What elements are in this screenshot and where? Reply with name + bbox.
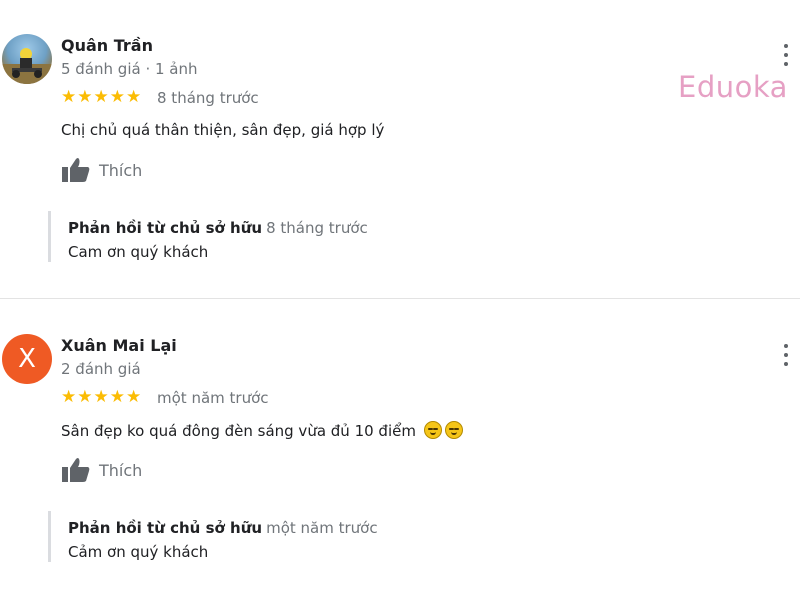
reviewer-meta: 2 đánh giá (61, 360, 141, 378)
star-icon: ★ (61, 87, 77, 106)
avatar-photo-icon (2, 48, 52, 84)
star-icon: ★ (109, 387, 125, 406)
star-icon: ★ (126, 387, 142, 406)
avatar[interactable]: X (2, 334, 52, 384)
star-icon: ★ (93, 87, 109, 106)
review-text: Sân đẹp ko quá đông đèn sáng vừa đủ 10 đ… (61, 421, 463, 440)
grinning-face-icon (423, 421, 442, 439)
star-icon: ★ (109, 87, 125, 106)
more-options-icon[interactable] (782, 44, 790, 66)
star-icon: ★ (77, 387, 93, 406)
review-text: Chị chủ quá thân thiện, sân đẹp, giá hợp… (61, 121, 385, 139)
avatar[interactable] (2, 34, 52, 84)
thumbs-up-icon (62, 158, 90, 182)
review-card: Quân Trần 5 đánh giá · 1 ảnh ★ ★ ★ ★ ★ 8… (0, 0, 800, 298)
like-button[interactable]: Thích (61, 456, 142, 484)
reply-header: Phản hồi từ chủ sở hữu 8 tháng trước (68, 219, 368, 237)
review-card: X Xuân Mai Lại 2 đánh giá ★ ★ ★ ★ ★ một … (0, 300, 800, 600)
reviewer-meta: 5 đánh giá · 1 ảnh (61, 60, 198, 78)
star-icon: ★ (126, 87, 142, 106)
more-options-icon[interactable] (782, 344, 790, 366)
star-rating: ★ ★ ★ ★ ★ (61, 88, 141, 106)
like-label: Thích (99, 160, 143, 180)
reply-text: Cảm ơn quý khách (68, 543, 209, 561)
reply-time: 8 tháng trước (266, 219, 368, 237)
owner-reply: Phản hồi từ chủ sở hữu một năm trước Cảm … (48, 511, 548, 562)
reviewer-name[interactable]: Xuân Mai Lại (61, 336, 177, 355)
reply-header: Phản hồi từ chủ sở hữu một năm trước (68, 519, 378, 537)
grinning-face-icon (444, 421, 463, 439)
reviewer-name[interactable]: Quân Trần (61, 36, 153, 55)
thumbs-up-icon (62, 458, 90, 482)
review-time: 8 tháng trước (157, 89, 259, 107)
review-text-body: Sân đẹp ko quá đông đèn sáng vừa đủ 10 đ… (61, 422, 416, 440)
reply-time: một năm trước (266, 519, 378, 537)
reply-owner-label: Phản hồi từ chủ sở hữu (68, 519, 263, 537)
reply-text: Cam ơn quý khách (68, 243, 209, 261)
review-time: một năm trước (157, 389, 269, 407)
like-label: Thích (99, 460, 143, 480)
reply-owner-label: Phản hồi từ chủ sở hữu (68, 219, 263, 237)
like-button[interactable]: Thích (61, 156, 142, 184)
review-divider (0, 298, 800, 299)
star-icon: ★ (61, 387, 77, 406)
owner-reply: Phản hồi từ chủ sở hữu 8 tháng trước Cam … (48, 211, 548, 262)
star-rating: ★ ★ ★ ★ ★ (61, 388, 141, 406)
star-icon: ★ (93, 387, 109, 406)
star-icon: ★ (77, 87, 93, 106)
